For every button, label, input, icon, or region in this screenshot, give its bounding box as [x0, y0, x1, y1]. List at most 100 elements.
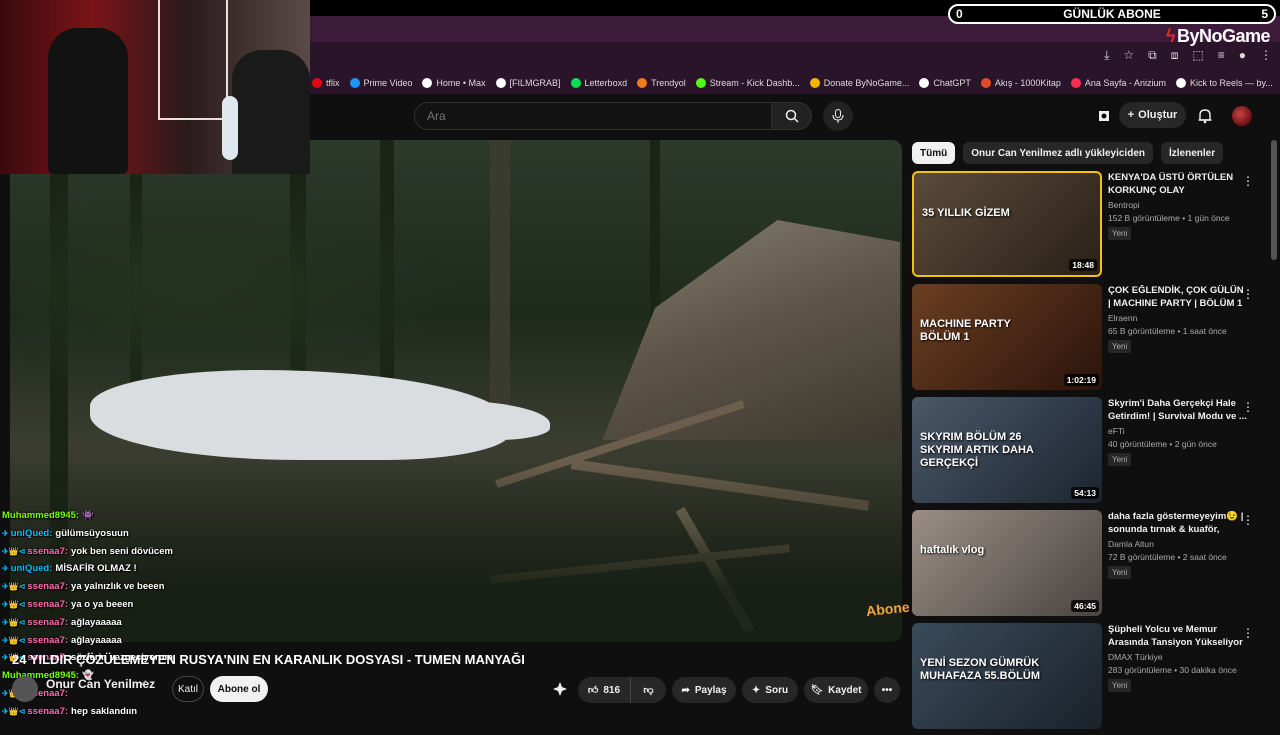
bookmark-item[interactable]: [FILMGRAB]	[495, 78, 561, 88]
dislike-button[interactable]: 👎︎	[630, 677, 666, 703]
bookmark-favicon-icon	[1175, 78, 1186, 88]
new-badge: Yeni	[1108, 679, 1132, 692]
gaming-chair	[48, 28, 128, 174]
thumbnail-caption: haftalık vlog	[920, 544, 985, 556]
channel-avatar[interactable]	[12, 676, 38, 702]
abone-title: GÜNLÜK ABONE	[1063, 7, 1161, 21]
more-actions-button[interactable]: •••	[874, 677, 900, 703]
more-options-icon[interactable]: ⋮	[1242, 400, 1254, 414]
bookmark-item[interactable]: Trendyol	[637, 78, 686, 88]
voice-search-button[interactable]	[823, 101, 853, 131]
chat-message: ✈👑⊲ ssenaa7: ağlayaaaaa	[2, 614, 302, 632]
video-meta-text: 152 B görüntüleme • 1 gün önce	[1108, 213, 1230, 223]
ask-button[interactable]: ✦ Soru	[742, 677, 798, 703]
bookmark-star-icon[interactable]: ☆	[1123, 48, 1134, 63]
bookmark-item[interactable]: Letterboxd	[570, 78, 627, 88]
bookmark-item[interactable]: ChatGPT	[919, 78, 971, 88]
profile-icon[interactable]: ●	[1239, 48, 1246, 63]
related-filter-chips: Tümü Onur Can Yenilmez adlı yükleyiciden İ…	[912, 142, 1224, 164]
video-thumbnail[interactable]: haftalık vlog 46:45	[912, 510, 1102, 616]
channel-name-text[interactable]: Damla Altun	[1108, 539, 1248, 549]
chat-badge-icon: ✈👑⊲	[2, 599, 26, 609]
channel-name-text[interactable]: Bentropi	[1108, 200, 1248, 210]
recommended-video[interactable]: SKYRIM BÖLÜM 26 SKYRIM ARTIK DAHA GERÇEK…	[912, 396, 1268, 509]
chat-username: ssenaa7:	[27, 545, 69, 557]
video-duration: 18:48	[1069, 259, 1097, 271]
streamer	[232, 50, 310, 174]
subscribe-button[interactable]: Abone ol	[210, 676, 268, 702]
bookmark-item[interactable]: Kick to Reels — by...	[1175, 78, 1273, 88]
bookmark-label: Trendyol	[651, 78, 686, 88]
channel-name[interactable]: Onur Can Yenilmez	[46, 677, 155, 691]
bookmark-item[interactable]: Stream - Kick Dashb...	[695, 78, 800, 88]
bookmark-label: [FILMGRAB]	[509, 78, 561, 88]
browser-menu-icon[interactable]: ⋮	[1260, 48, 1272, 63]
video-title-text[interactable]: daha fazla göstermeyeyim😉 | sonunda tırn…	[1108, 511, 1248, 536]
share-icon: ➦	[681, 684, 690, 696]
chat-username: ssenaa7:	[27, 598, 69, 610]
like-button[interactable]: 👍︎ 816	[578, 677, 630, 703]
channel-name-text[interactable]: Elraenn	[1108, 313, 1248, 323]
channel-name-text[interactable]: eFTi	[1108, 426, 1248, 436]
chat-text: ya yalnızlık ve beeen	[71, 581, 165, 593]
bookmark-item[interactable]: Donate ByNoGame...	[809, 78, 909, 88]
search-input[interactable]	[415, 103, 771, 129]
search-button[interactable]	[772, 102, 812, 130]
abone-left-value: 0	[956, 7, 963, 21]
bookmark-favicon-icon	[312, 78, 322, 88]
more-options-icon[interactable]: ⋮	[1242, 513, 1254, 527]
bookmark-favicon-icon	[919, 78, 930, 88]
translate-icon[interactable]: ⧉	[1148, 48, 1157, 63]
recommended-video[interactable]: 35 YILLIK GİZEM 18:48 KENYA'DA ÜSTÜ ÖRTÜLE…	[912, 170, 1268, 283]
bookmark-item[interactable]: Akış - 1000Kitap	[980, 78, 1061, 88]
video-thumbnail[interactable]: 35 YILLIK GİZEM 18:48	[912, 171, 1102, 277]
video-thumbnail[interactable]: YENİ SEZON GÜMRÜK MUHAFAZA 55.BÖLÜM	[912, 623, 1102, 729]
chat-message: ✈👑⊲ ssenaa7: ağlayaaaaa	[2, 632, 302, 650]
video-title-text[interactable]: ÇOK EĞLENDİK, ÇOK GÜLÜN | MACHINE PARTY …	[1108, 285, 1248, 310]
share-button[interactable]: ➦ Paylaş	[672, 677, 736, 703]
recommended-video[interactable]: YENİ SEZON GÜMRÜK MUHAFAZA 55.BÖLÜM Şüphe…	[912, 622, 1268, 735]
snow-patch	[370, 400, 550, 440]
chat-text: gülümsüyosuun	[55, 527, 129, 539]
more-options-icon[interactable]: ⋮	[1242, 287, 1254, 301]
bookmark-favicon-icon	[637, 78, 648, 88]
notifications-button[interactable]	[1193, 104, 1217, 128]
chat-text: MİSAFİR OLMAZ !	[55, 563, 137, 575]
new-badge: Yeni	[1108, 566, 1132, 579]
filter-chip[interactable]: Onur Can Yenilmez adlı yükleyiciden	[963, 142, 1153, 164]
bookmark-item[interactable]: Ana Sayfa - Anizium	[1070, 78, 1166, 88]
save-button[interactable]: 🔖︎ Kaydet	[804, 677, 868, 703]
plus-icon: +	[1127, 109, 1135, 121]
filter-chip[interactable]: Tümü	[912, 142, 956, 164]
thumbs-down-icon: 👎︎	[643, 685, 654, 696]
filter-chip[interactable]: İzlenenler	[1160, 142, 1224, 164]
studio-button[interactable]	[1092, 104, 1116, 128]
video-title-text[interactable]: Skyrim'i Daha Gerçekçi Hale Getirdim! | …	[1108, 398, 1248, 423]
video-thumbnail[interactable]: MACHINE PARTY BÖLÜM 1 1:02:19	[912, 284, 1102, 390]
video-title-text[interactable]: KENYA'DA ÜSTÜ ÖRTÜLEN KORKUNÇ OLAY	[1108, 172, 1248, 197]
video-meta-text: 72 B görüntüleme • 2 saat önce	[1108, 552, 1227, 562]
streamer-webcam	[0, 0, 310, 174]
menu-list-icon[interactable]: ≡	[1218, 48, 1225, 63]
recommended-video[interactable]: haftalık vlog 46:45 daha fazla göstermeyey…	[912, 509, 1268, 622]
video-info: daha fazla göstermeyeyim😉 | sonunda tırn…	[1108, 511, 1248, 580]
extensions-puzzle-icon[interactable]: ⬚	[1192, 48, 1203, 63]
recommended-video[interactable]: MACHINE PARTY BÖLÜM 1 1:02:19 ÇOK EĞLENDİK…	[912, 283, 1268, 396]
video-thumbnail[interactable]: SKYRIM BÖLÜM 26 SKYRIM ARTIK DAHA GERÇEK…	[912, 397, 1102, 503]
create-button[interactable]: + Oluştur	[1119, 102, 1186, 128]
join-button[interactable]: Katıl	[172, 676, 204, 702]
bookmark-item[interactable]: Home • Max	[422, 78, 486, 88]
scrollbar[interactable]	[1271, 140, 1277, 260]
extension-icon[interactable]: ⧈	[1171, 48, 1179, 63]
more-options-icon[interactable]: ⋮	[1242, 174, 1254, 188]
user-avatar[interactable]	[1232, 106, 1252, 126]
shelf	[158, 0, 228, 120]
bookmark-item[interactable]: tflix	[312, 78, 340, 88]
video-title-text[interactable]: Şüpheli Yolcu ve Memur Arasında Tansiyon…	[1108, 624, 1248, 649]
clip-icon[interactable]	[552, 681, 568, 702]
bookmark-item[interactable]: Prime Video	[349, 78, 412, 88]
bookmark-favicon-icon	[495, 78, 506, 88]
channel-name-text[interactable]: DMAX Türkiye	[1108, 652, 1248, 662]
install-icon[interactable]: ⤓	[1104, 48, 1109, 63]
more-options-icon[interactable]: ⋮	[1242, 626, 1254, 640]
